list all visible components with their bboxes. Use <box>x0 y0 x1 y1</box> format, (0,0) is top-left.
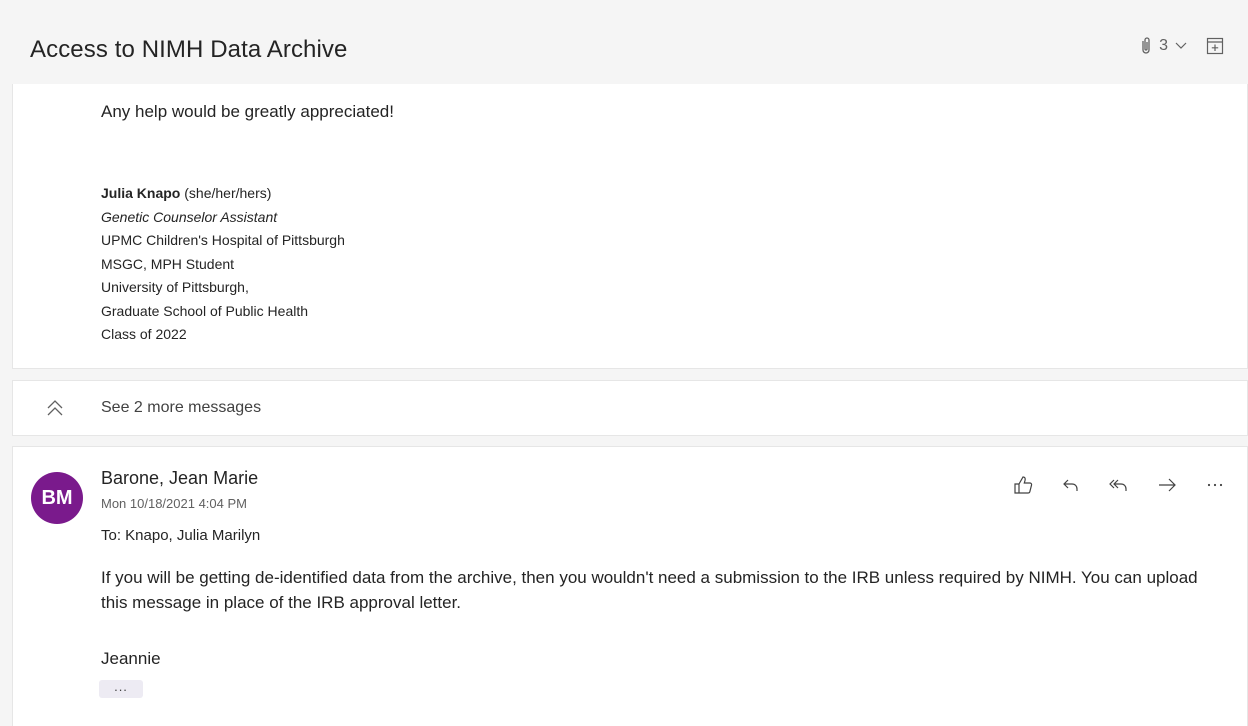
email-signature: Julia Knapo (she/her/hers) Genetic Couns… <box>101 182 345 347</box>
signature-name-line: Julia Knapo (she/her/hers) <box>101 182 345 206</box>
thread-subject: Access to NIMH Data Archive <box>30 36 348 63</box>
message-card-2: BM Barone, Jean Marie Mon 10/18/2021 4:0… <box>12 446 1248 726</box>
double-chevron-up-icon[interactable] <box>43 397 67 421</box>
reply-icon[interactable] <box>1057 471 1085 499</box>
message-date: Mon 10/18/2021 4:04 PM <box>101 496 247 511</box>
sender-name[interactable]: Barone, Jean Marie <box>101 468 258 489</box>
open-in-new-window-icon[interactable] <box>1206 37 1224 55</box>
avatar[interactable]: BM <box>31 472 83 524</box>
forward-icon[interactable] <box>1153 471 1181 499</box>
show-quoted-text-button[interactable]: ... <box>99 680 143 698</box>
message-actions <box>1009 471 1229 499</box>
more-actions-icon[interactable] <box>1201 471 1229 499</box>
signature-line: Class of 2022 <box>101 326 187 342</box>
paperclip-icon[interactable] <box>1139 36 1153 56</box>
thumbs-up-icon[interactable] <box>1009 471 1037 499</box>
message-signoff: Jeannie <box>101 649 161 668</box>
signature-line: MSGC, MPH Student <box>101 255 235 272</box>
message-card-1: Any help would be greatly appreciated! J… <box>12 84 1248 369</box>
thread-header-controls: 3 <box>1139 36 1224 56</box>
thread-header: Access to NIMH Data Archive 3 <box>0 0 1248 84</box>
attachment-count[interactable]: 3 <box>1159 37 1168 55</box>
message-body-text: Any help would be greatly appreciated! <box>101 102 394 121</box>
reply-all-icon[interactable] <box>1105 471 1133 499</box>
see-more-messages-link[interactable]: See 2 more messages <box>101 399 261 417</box>
chevron-down-icon[interactable] <box>1174 41 1188 51</box>
signature-line: Graduate School of Public Health <box>101 302 309 319</box>
signature-pronouns: (she/her/hers) <box>180 185 272 201</box>
signature-line: UPMC Children's Hospital of Pittsburgh <box>101 232 345 248</box>
signature-name: Julia Knapo <box>101 185 181 201</box>
recipient-line: To: Knapo, Julia Marilyn <box>101 527 261 544</box>
message-body-text: If you will be getting de-identified dat… <box>101 568 1198 612</box>
collapsed-messages-bar[interactable]: See 2 more messages <box>12 380 1248 436</box>
signature-line: University of Pittsburgh, <box>101 279 249 295</box>
signature-title: Genetic Counselor Assistant <box>101 208 278 225</box>
